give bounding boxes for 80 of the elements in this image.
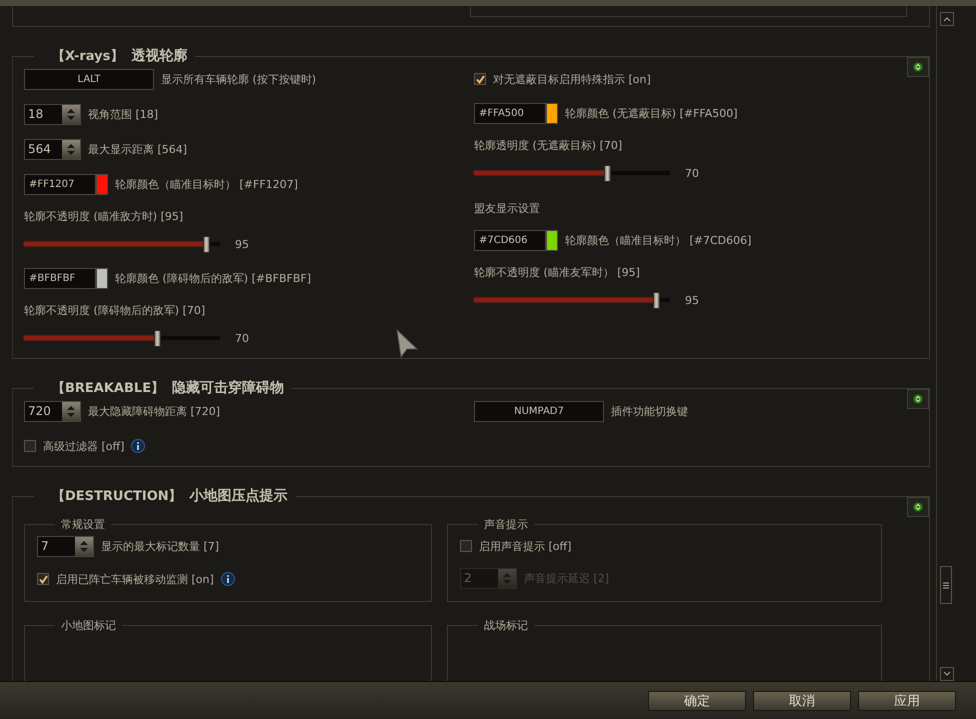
setting-label: 轮廓颜色（瞄准目标时） [#7CD606] <box>565 233 752 248</box>
setting-label: 轮廓颜色 (障碍物后的敌军) [#BFBFBF] <box>115 271 311 286</box>
slider-thumb[interactable] <box>203 236 210 252</box>
section-tag: 【DESTRUCTION】 <box>52 487 182 505</box>
chevron-down-icon <box>943 671 951 677</box>
setting-label: 插件功能切换键 <box>611 404 688 419</box>
checkbox-label: 启用已阵亡车辆被移动监测 [on] <box>56 572 214 586</box>
checkbox[interactable] <box>37 573 49 585</box>
scroll-down-button[interactable] <box>940 667 954 681</box>
setting-label: 轮廓透明度 (无遮蔽目标) [70] <box>474 138 624 153</box>
slider-track[interactable] <box>474 164 670 182</box>
slider-value: 70 <box>235 332 249 344</box>
color-field[interactable]: #FF1207 <box>24 174 96 195</box>
scrollbar-thumb[interactable] <box>940 566 952 604</box>
slider-thumb[interactable] <box>154 330 162 346</box>
collapse-button[interactable] <box>907 57 929 77</box>
section-title: 透视轮廓 <box>131 47 188 65</box>
chevron-up-icon <box>943 16 951 22</box>
expand-collapse-icon <box>913 62 923 72</box>
collapse-button[interactable] <box>907 389 929 409</box>
setting-label: 显示所有车辆轮廓 (按下按键时) <box>161 72 316 87</box>
scroll-up-button[interactable] <box>940 12 954 26</box>
setting-label: 最大隐藏障碍物距离 [720] <box>88 404 220 419</box>
expand-collapse-icon <box>913 394 923 404</box>
checkbox[interactable] <box>474 73 486 85</box>
setting-label: 轮廓颜色（瞄准目标时） [#FF1207] <box>115 177 298 192</box>
dialog-button[interactable]: 确定 <box>648 690 746 710</box>
color-field[interactable]: #7CD606 <box>474 230 546 251</box>
setting-label: 最大显示距离 [564] <box>88 142 188 157</box>
hotkey-field[interactable]: LALT <box>24 69 154 90</box>
number-spinner[interactable]: 564 <box>24 139 81 160</box>
number-spinner[interactable]: 7 <box>37 536 94 557</box>
section-tag: 【X-rays】 <box>52 47 124 65</box>
slider-track[interactable] <box>24 330 220 346</box>
setting-label: 轮廓颜色 (无遮蔽目标) [#FFA500] <box>565 106 738 121</box>
section-tag: 【BREAKABLE】 <box>52 379 164 397</box>
color-field[interactable]: #BFBFBF <box>24 268 96 289</box>
check-icon <box>38 574 48 584</box>
slider-thumb[interactable] <box>653 292 660 308</box>
color-swatch[interactable] <box>546 103 558 124</box>
setting-label: 轮廓不透明度 (障碍物后的敌军) [70] <box>24 303 206 318</box>
section-title: 隐藏可击穿障碍物 <box>172 379 284 397</box>
setting-label: 轮廓不透明度 (瞄准敌方时) [95] <box>24 209 184 224</box>
section-title: 小地图压点提示 <box>190 487 288 505</box>
setting-label: 声音提示延迟 [2] <box>524 571 610 586</box>
checkbox-label: 高级过滤器 [off] <box>43 438 124 454</box>
number-spinner[interactable]: 720 <box>24 401 81 422</box>
checkbox-label: 对无遮蔽目标启用特殊指示 [on] <box>493 72 651 86</box>
setting-label: 显示的最大标记数量 [7] <box>101 539 220 554</box>
dialog-button[interactable]: 应用 <box>858 690 956 710</box>
checkbox[interactable] <box>460 540 472 552</box>
number-spinner[interactable]: 18 <box>24 104 81 125</box>
color-swatch[interactable] <box>96 268 108 289</box>
grip-icon <box>943 582 949 588</box>
group-title: 常规设置 <box>60 517 106 532</box>
color-swatch[interactable] <box>96 174 108 195</box>
info-icon[interactable] <box>131 439 146 453</box>
slider-value: 95 <box>235 238 249 250</box>
group-title: 小地图标记 <box>60 618 117 633</box>
color-field[interactable]: #FFA500 <box>474 103 546 124</box>
color-swatch[interactable] <box>546 230 558 251</box>
hotkey-field[interactable]: NUMPAD7 <box>474 401 604 422</box>
setting-label: 轮廓不透明度 (瞄准友军时） [95] <box>474 265 641 280</box>
slider-value: 70 <box>685 166 699 180</box>
slider-track[interactable] <box>474 292 670 308</box>
dialog-button[interactable]: 取消 <box>753 690 851 710</box>
checkbox[interactable] <box>24 440 36 452</box>
slider-thumb[interactable] <box>604 164 612 182</box>
mouse-cursor-icon <box>395 329 419 359</box>
info-icon[interactable] <box>220 572 235 586</box>
slider-track[interactable] <box>24 236 220 252</box>
expand-collapse-icon <box>913 502 923 512</box>
group-title: 声音提示 <box>483 517 529 532</box>
group-title: 战场标记 <box>483 618 529 633</box>
checkbox-label: 启用声音提示 [off] <box>479 538 572 554</box>
subsection-heading: 盟友显示设置 <box>474 201 541 216</box>
check-icon <box>476 74 484 84</box>
collapse-button[interactable] <box>907 497 929 517</box>
slider-value: 95 <box>685 294 699 306</box>
setting-label: 视角范围 [18] <box>88 107 158 122</box>
